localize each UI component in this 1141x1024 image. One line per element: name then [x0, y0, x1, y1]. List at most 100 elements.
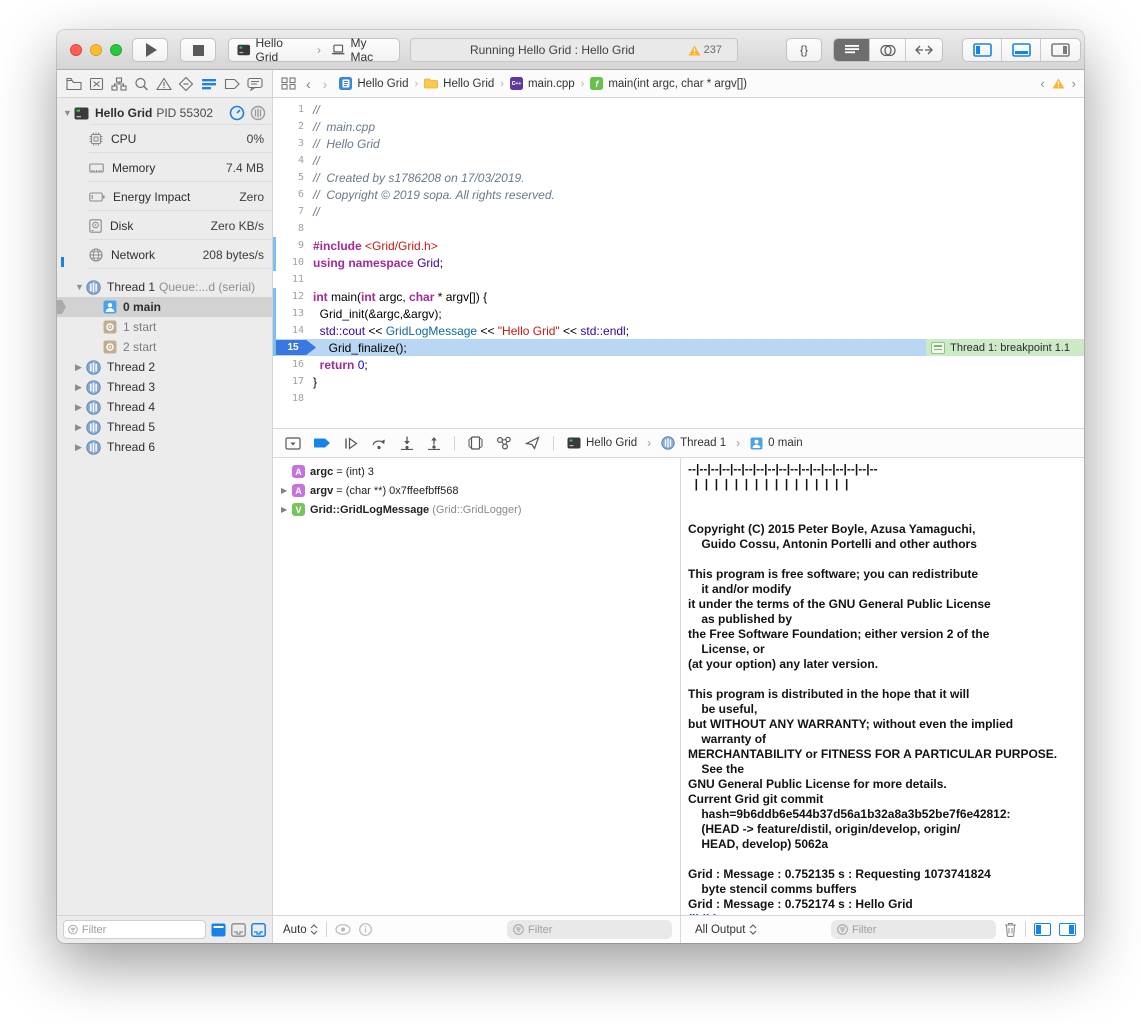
assistant-editor-button[interactable] — [870, 39, 906, 61]
variable-row[interactable]: ▶VGrid::GridLogMessage (Grid::GridLogger… — [273, 500, 680, 519]
stack-frame-row[interactable]: 0 main — [57, 297, 272, 317]
forward-button[interactable]: › — [323, 76, 328, 92]
scheme-selector[interactable]: Hello Grid › My Mac — [228, 38, 400, 62]
minimize-window-button[interactable] — [90, 44, 102, 56]
thread-row[interactable]: ▼Thread 1Queue:...d (serial) — [57, 277, 272, 297]
breakpoint-navigator-tab-icon[interactable] — [224, 78, 240, 90]
disclosure-closed-icon[interactable]: ▶ — [75, 402, 86, 413]
toggle-variables-view-button[interactable] — [1034, 923, 1051, 936]
disclosure-open-icon[interactable]: ▼ — [75, 282, 86, 292]
breakpoints-toggle-icon[interactable] — [314, 437, 331, 449]
stack-frame-row[interactable]: 2 start — [57, 337, 272, 357]
jump-bar-item-project[interactable]: Hello Grid — [339, 77, 408, 90]
disclosure-closed-icon[interactable]: ▶ — [281, 505, 292, 514]
line-number[interactable]: 11 — [273, 274, 313, 285]
related-items-icon[interactable] — [281, 77, 296, 90]
process-row[interactable]: ▼ Hello Grid PID 55302 — [57, 98, 272, 124]
variable-row[interactable]: Aargc = (int) 3 — [273, 462, 680, 481]
gauge-row-disk[interactable]: DiskZero KB/s — [57, 211, 272, 240]
console-view[interactable]: --|--|--|--|--|--|--|--|--|--|--|--|--|-… — [680, 458, 1084, 915]
line-number[interactable]: 4 — [273, 155, 313, 166]
line-number[interactable]: 16 — [273, 359, 313, 370]
disclosure-closed-icon[interactable]: ▶ — [281, 486, 292, 495]
line-number[interactable]: 12 — [273, 291, 313, 302]
line-number[interactable]: 7 — [273, 206, 313, 217]
thread-row[interactable]: ▶Thread 4 — [57, 397, 272, 417]
variables-filter-field[interactable] — [507, 920, 672, 939]
line-number[interactable]: 18 — [273, 393, 313, 404]
line-number[interactable]: 13 — [273, 308, 313, 319]
toggle-debug-area-button[interactable] — [1002, 39, 1041, 61]
toggle-console-view-button[interactable] — [1059, 923, 1076, 936]
line-number[interactable]: 5 — [273, 172, 313, 183]
debug-navigator-tab-icon[interactable] — [201, 77, 217, 91]
disclosure-closed-icon[interactable]: ▶ — [75, 422, 86, 433]
view-hierarchy-icon[interactable] — [468, 436, 483, 450]
line-number[interactable]: 8 — [273, 223, 313, 234]
show-running-toggle-icon[interactable] — [251, 923, 266, 937]
code-snippets-button[interactable]: {} — [786, 38, 822, 62]
version-editor-button[interactable] — [906, 39, 942, 61]
navigator-filter-field[interactable] — [63, 920, 206, 939]
crumb-frame[interactable]: 0 main — [768, 437, 803, 449]
simulate-location-icon[interactable] — [525, 436, 540, 450]
report-navigator-tab-icon[interactable] — [247, 77, 263, 91]
symbol-navigator-tab-icon[interactable] — [111, 77, 127, 91]
clear-console-trash-icon[interactable] — [1004, 922, 1017, 937]
crumb-process[interactable]: Hello Grid — [586, 437, 637, 449]
standard-editor-button[interactable] — [834, 39, 870, 61]
project-navigator-tab-icon[interactable] — [66, 77, 82, 91]
thread-view-toggle-icon[interactable] — [250, 105, 266, 121]
console-filter-field[interactable] — [831, 920, 996, 939]
find-navigator-tab-icon[interactable] — [134, 77, 149, 91]
jump-bar-item-group[interactable]: Hello Grid — [424, 78, 494, 90]
warning-badge[interactable]: 237 — [688, 44, 722, 56]
thread-row[interactable]: ▶Thread 5 — [57, 417, 272, 437]
line-number[interactable]: 6 — [273, 189, 313, 200]
console-output-dropdown[interactable]: All Output — [695, 924, 757, 936]
line-number[interactable]: 2 — [273, 121, 313, 132]
thread-row[interactable]: ▶Thread 3 — [57, 377, 272, 397]
stack-frame-row[interactable]: 1 start — [57, 317, 272, 337]
quicklook-eye-icon[interactable] — [335, 924, 351, 935]
filter-frames-icon[interactable] — [231, 923, 246, 937]
next-issue-button[interactable]: › — [1072, 76, 1076, 91]
stop-button[interactable] — [180, 38, 216, 62]
thread-row[interactable]: ▶Thread 2 — [57, 357, 272, 377]
continue-icon[interactable] — [344, 437, 358, 450]
line-number[interactable]: 10 — [273, 257, 313, 268]
disclosure-closed-icon[interactable]: ▶ — [75, 362, 86, 373]
info-icon[interactable] — [359, 923, 372, 936]
disclosure-open-icon[interactable]: ▼ — [63, 108, 74, 118]
warning-icon[interactable] — [1052, 78, 1065, 89]
toggle-inspector-button[interactable] — [1041, 39, 1080, 61]
run-button[interactable] — [132, 38, 168, 62]
flatten-toggle-icon[interactable] — [211, 923, 226, 937]
variable-scope-dropdown[interactable]: Auto — [283, 924, 318, 936]
back-button[interactable]: ‹ — [306, 76, 311, 92]
toggle-navigator-button[interactable] — [963, 39, 1002, 61]
activity-viewer[interactable]: Running Hello Grid : Hello Grid 237 — [410, 38, 738, 62]
close-window-button[interactable] — [70, 44, 82, 56]
previous-issue-button[interactable]: ‹ — [1040, 76, 1044, 91]
line-number[interactable]: 17 — [273, 376, 313, 387]
disclosure-closed-icon[interactable]: ▶ — [75, 382, 86, 393]
memory-graph-icon[interactable] — [496, 436, 512, 450]
gauge-view-toggle-icon[interactable] — [229, 105, 245, 121]
thread-row[interactable]: ▶Thread 6 — [57, 437, 272, 457]
variables-filter-input[interactable] — [528, 924, 648, 936]
zoom-window-button[interactable] — [110, 44, 122, 56]
breakpoint-annotation[interactable]: Thread 1: breakpoint 1.1 — [926, 339, 1084, 356]
console-filter-input[interactable] — [852, 924, 972, 936]
gauge-row-energy-impact[interactable]: Energy ImpactZero — [57, 182, 272, 211]
gauge-row-network[interactable]: Network208 bytes/s — [57, 240, 272, 269]
issue-navigator-tab-icon[interactable] — [156, 77, 172, 91]
source-control-navigator-tab-icon[interactable] — [89, 77, 104, 91]
line-number[interactable]: 9 — [273, 240, 313, 251]
jump-bar-item-symbol[interactable]: f main(int argc, char * argv[]) — [590, 77, 747, 90]
gauge-row-memory[interactable]: Memory7.4 MB — [57, 153, 272, 182]
variables-view[interactable]: Aargc = (int) 3▶Aargv = (char **) 0x7ffe… — [273, 458, 680, 915]
step-over-icon[interactable] — [371, 437, 387, 450]
step-into-icon[interactable] — [400, 436, 414, 450]
hide-debug-area-icon[interactable] — [285, 437, 301, 450]
